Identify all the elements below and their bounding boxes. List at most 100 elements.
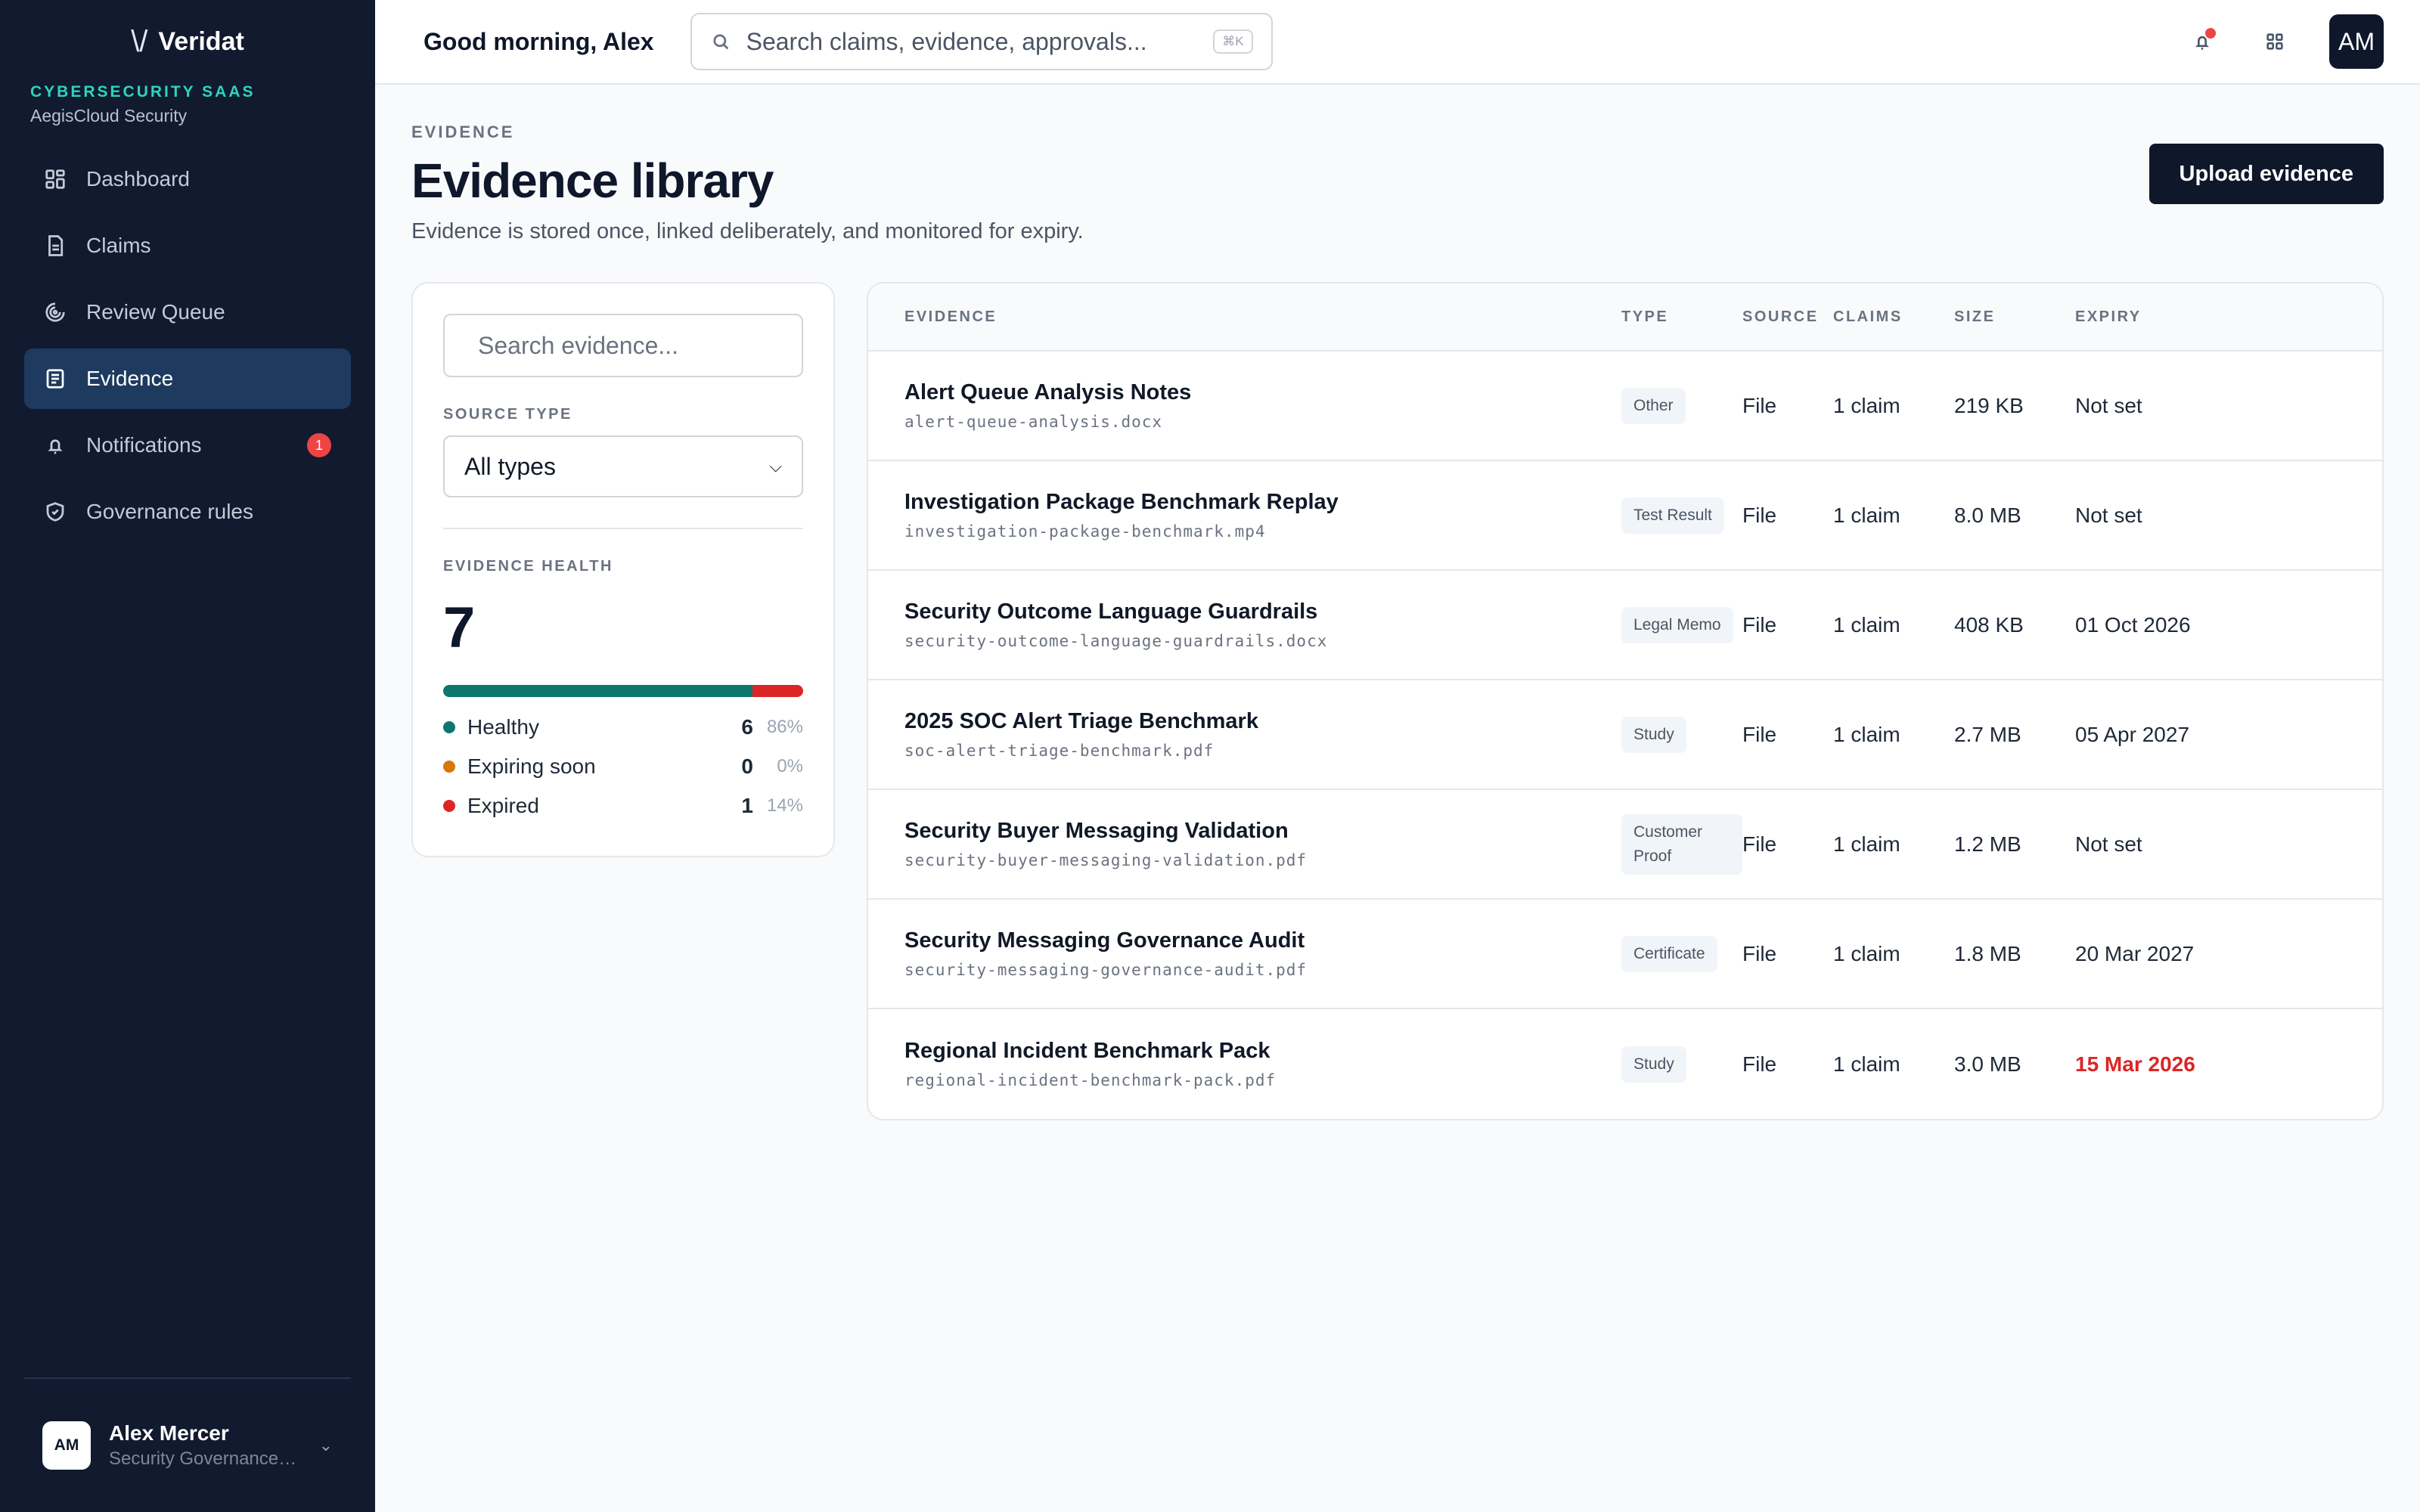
review-icon	[44, 301, 67, 324]
source-type-select[interactable]: All types ⌵	[443, 435, 803, 497]
evidence-search-input[interactable]	[478, 331, 796, 360]
sidebar-item-label: Notifications	[86, 433, 202, 457]
expiry-cell: Not set	[2075, 832, 2142, 856]
page-title: Evidence library	[411, 153, 774, 208]
sidebar-item-governance-rules[interactable]: Governance rules	[24, 482, 351, 542]
table-row[interactable]: Alert Queue Analysis Notes alert-queue-a…	[868, 352, 2382, 461]
evidence-cell: Security Buyer Messaging Validation secu…	[904, 819, 1621, 869]
top-actions: AM	[2184, 14, 2384, 69]
legend-item-expired: Expired 1 14%	[443, 794, 803, 818]
global-search[interactable]: ⌘K	[690, 13, 1273, 70]
type-badge: Legal Memo	[1621, 606, 1733, 643]
document-icon	[44, 234, 67, 257]
veridat-logo-icon: \/	[131, 24, 148, 58]
sidebar-item-evidence[interactable]: Evidence	[24, 349, 351, 409]
user-menu[interactable]: AM Alex Mercer Security Governance Lead …	[24, 1377, 351, 1512]
claims-cell[interactable]: 1 claim	[1833, 613, 1954, 637]
sidebar-item-dashboard[interactable]: Dashboard	[24, 149, 351, 209]
type-badge: Customer Proof	[1621, 813, 1742, 875]
evidence-title[interactable]: Regional Incident Benchmark Pack	[904, 1039, 1621, 1064]
bell-icon	[44, 434, 67, 457]
evidence-filename: security-outcome-language-guardrails.doc…	[904, 632, 1328, 650]
claims-cell[interactable]: 1 claim	[1833, 394, 1954, 418]
legend-percent: 0%	[777, 756, 803, 776]
sidebar-item-claims[interactable]: Claims	[24, 215, 351, 276]
expiry-cell: 15 Mar 2026	[2075, 1052, 2195, 1076]
size-cell: 3.0 MB	[1954, 1052, 2021, 1076]
evidence-total: 7	[443, 596, 476, 660]
evidence-search[interactable]	[443, 314, 803, 377]
evidence-title[interactable]: Investigation Package Benchmark Replay	[904, 490, 1621, 515]
size-cell: 219 KB	[1954, 393, 2024, 417]
source-type-label: SOURCE TYPE	[443, 406, 572, 423]
sidebar-item-label: Claims	[86, 234, 151, 257]
grid-icon	[2266, 33, 2283, 50]
legend-item-healthy: Healthy 6 86%	[443, 715, 803, 739]
chevron-down-icon: ⌵	[769, 457, 782, 476]
global-search-input[interactable]	[746, 27, 1199, 56]
source-cell: File	[1742, 941, 1777, 965]
apps-button[interactable]	[2257, 23, 2293, 60]
source-cell: File	[1742, 1052, 1777, 1076]
type-cell: Study	[1621, 1046, 1742, 1083]
legend-percent: 86%	[766, 717, 803, 737]
table-row[interactable]: Security Outcome Language Guardrails sec…	[868, 571, 2382, 680]
size-cell: 1.8 MB	[1954, 941, 2021, 965]
search-icon	[713, 34, 728, 50]
type-badge: Certificate	[1621, 935, 1717, 972]
avatar: AM	[42, 1421, 91, 1470]
legend-label: Healthy	[467, 715, 539, 739]
evidence-title[interactable]: Security Outcome Language Guardrails	[904, 600, 1621, 624]
type-cell: Test Result	[1621, 497, 1742, 534]
evidence-filename: soc-alert-triage-benchmark.pdf	[904, 742, 1215, 760]
claims-cell[interactable]: 1 claim	[1833, 832, 1954, 857]
chevron-down-icon[interactable]: ⌄	[319, 1436, 333, 1455]
evidence-cell: Investigation Package Benchmark Replay i…	[904, 490, 1621, 541]
evidence-cell: Regional Incident Benchmark Pack regiona…	[904, 1039, 1621, 1089]
upload-evidence-button[interactable]: Upload evidence	[2149, 144, 2384, 204]
expiry-cell: Not set	[2075, 503, 2142, 527]
table-row[interactable]: Security Messaging Governance Audit secu…	[868, 900, 2382, 1009]
column-header-expiry[interactable]: EXPIRY	[2075, 308, 2382, 326]
user-name: Alex Mercer	[109, 1421, 229, 1445]
page-subtitle: Evidence is stored once, linked delibera…	[411, 219, 1084, 243]
evidence-cell: Security Outcome Language Guardrails sec…	[904, 600, 1621, 650]
claims-cell[interactable]: 1 claim	[1833, 1052, 1954, 1077]
table-body: Alert Queue Analysis Notes alert-queue-a…	[868, 352, 2382, 1119]
claims-cell[interactable]: 1 claim	[1833, 942, 1954, 966]
legend-item-expiring-soon: Expiring soon 0 0%	[443, 754, 803, 779]
brand-logo[interactable]: \/ Veridat	[24, 0, 351, 83]
avatar[interactable]: AM	[2329, 14, 2384, 69]
column-header-evidence[interactable]: EVIDENCE	[904, 308, 1621, 326]
claims-cell[interactable]: 1 claim	[1833, 723, 1954, 747]
type-cell: Study	[1621, 716, 1742, 753]
evidence-filename: security-buyer-messaging-validation.pdf	[904, 851, 1308, 869]
greeting: Good morning, Alex	[424, 27, 654, 55]
topbar: Good morning, Alex ⌘K AM	[375, 0, 2420, 85]
claims-cell[interactable]: 1 claim	[1833, 503, 1954, 528]
source-cell: File	[1742, 722, 1777, 746]
expiry-cell: 05 Apr 2027	[2075, 722, 2190, 746]
column-header-type[interactable]: TYPE	[1621, 308, 1742, 326]
evidence-title[interactable]: Security Buyer Messaging Validation	[904, 819, 1621, 844]
table-row[interactable]: Regional Incident Benchmark Pack regiona…	[868, 1009, 2382, 1119]
table-row[interactable]: Investigation Package Benchmark Replay i…	[868, 461, 2382, 571]
expiry-cell: 01 Oct 2026	[2075, 612, 2191, 637]
column-header-claims[interactable]: CLAIMS	[1833, 308, 1954, 326]
sidebar-item-notifications[interactable]: Notifications 1	[24, 415, 351, 476]
keyboard-shortcut-hint: ⌘K	[1213, 29, 1253, 54]
expiry-cell: Not set	[2075, 393, 2142, 417]
evidence-title[interactable]: 2025 SOC Alert Triage Benchmark	[904, 709, 1621, 734]
notifications-button[interactable]	[2184, 23, 2220, 60]
evidence-title[interactable]: Alert Queue Analysis Notes	[904, 380, 1621, 405]
column-header-size[interactable]: SIZE	[1954, 308, 2075, 326]
type-badge: Test Result	[1621, 497, 1724, 534]
evidence-title[interactable]: Security Messaging Governance Audit	[904, 928, 1621, 953]
table-row[interactable]: Security Buyer Messaging Validation secu…	[868, 790, 2382, 900]
breadcrumb: EVIDENCE	[411, 122, 515, 141]
table-row[interactable]: 2025 SOC Alert Triage Benchmark soc-aler…	[868, 680, 2382, 790]
user-role: Security Governance Lead	[109, 1448, 301, 1469]
column-header-source[interactable]: SOURCE	[1742, 308, 1833, 326]
evidence-cell: 2025 SOC Alert Triage Benchmark soc-aler…	[904, 709, 1621, 760]
sidebar-item-review-queue[interactable]: Review Queue	[24, 282, 351, 342]
